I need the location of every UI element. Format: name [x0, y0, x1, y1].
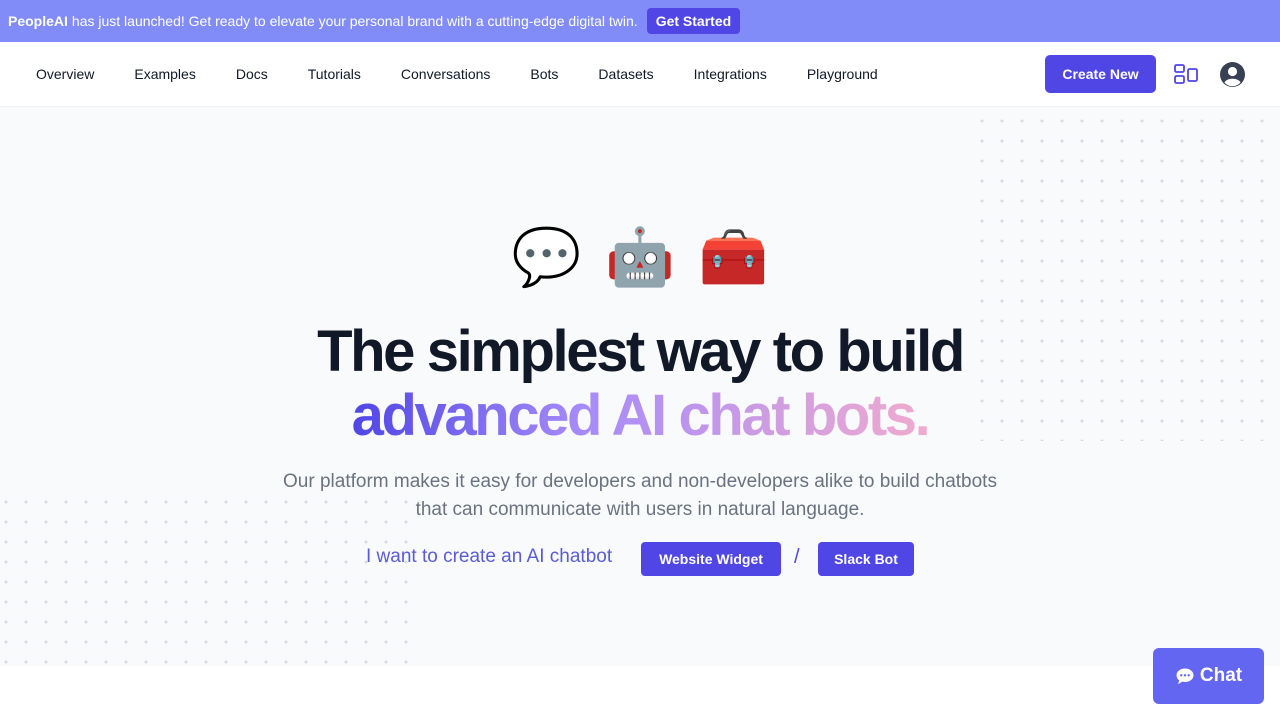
nav-examples[interactable]: Examples [134, 66, 195, 82]
nav-actions: Create New [1045, 42, 1280, 106]
nav-docs[interactable]: Docs [236, 66, 268, 82]
announcement-text: has just launched! Get ready to elevate … [71, 13, 638, 29]
nav-playground[interactable]: Playground [807, 66, 878, 82]
hero-emojis: 💬 🤖 🧰 [0, 225, 1280, 291]
announcement-bar: PeopleAI has just launched! Get ready to… [0, 0, 1280, 42]
hero-title-gradient-text: advanced AI chat bots. [351, 383, 931, 448]
chat-widget-button[interactable]: Chat [1153, 648, 1264, 704]
nav-overview[interactable]: Overview [36, 66, 94, 82]
nav-integrations[interactable]: Integrations [694, 66, 767, 82]
hero-section: 💬 🤖 🧰 The simplest way to build advanced… [0, 107, 1280, 666]
chat-bubble-icon [1175, 667, 1195, 686]
get-started-button[interactable]: Get Started [646, 8, 741, 34]
nav-conversations[interactable]: Conversations [401, 66, 491, 82]
robot-icon: 🤖 [605, 225, 675, 290]
top-nav: Overview Examples Docs Tutorials Convers… [0, 42, 1280, 107]
chat-widget-label: Chat [1199, 665, 1243, 686]
hero-subtitle-line1: Our platform makes it easy for developer… [283, 471, 997, 492]
website-widget-button[interactable]: Website Widget [641, 542, 781, 576]
nav-bots[interactable]: Bots [530, 66, 558, 82]
toolbox-icon: 🧰 [698, 225, 769, 290]
cta-separator: / [794, 546, 800, 568]
user-avatar-icon[interactable] [1219, 61, 1246, 88]
layout-icon[interactable] [1174, 62, 1198, 86]
hero-subtitle-line2: that can communicate with users in natur… [415, 499, 865, 520]
announcement-brand: PeopleAI [8, 13, 68, 29]
cta-row: I want to create an AI chatbot Website W… [0, 542, 1280, 576]
cta-label: I want to create an AI chatbot [366, 546, 613, 567]
nav-tutorials[interactable]: Tutorials [308, 66, 361, 82]
nav-datasets[interactable]: Datasets [598, 66, 653, 82]
slack-bot-button[interactable]: Slack Bot [818, 542, 914, 576]
speech-bubble-icon: 💬 [511, 225, 582, 290]
nav-links: Overview Examples Docs Tutorials Convers… [36, 42, 918, 106]
hero-title-line1: The simplest way to build [317, 319, 965, 384]
hero-title-line2: advanced AI chat bots. [0, 384, 1280, 448]
hero-subtitle: Our platform makes it easy for developer… [260, 468, 1020, 524]
create-new-button[interactable]: Create New [1045, 55, 1156, 93]
